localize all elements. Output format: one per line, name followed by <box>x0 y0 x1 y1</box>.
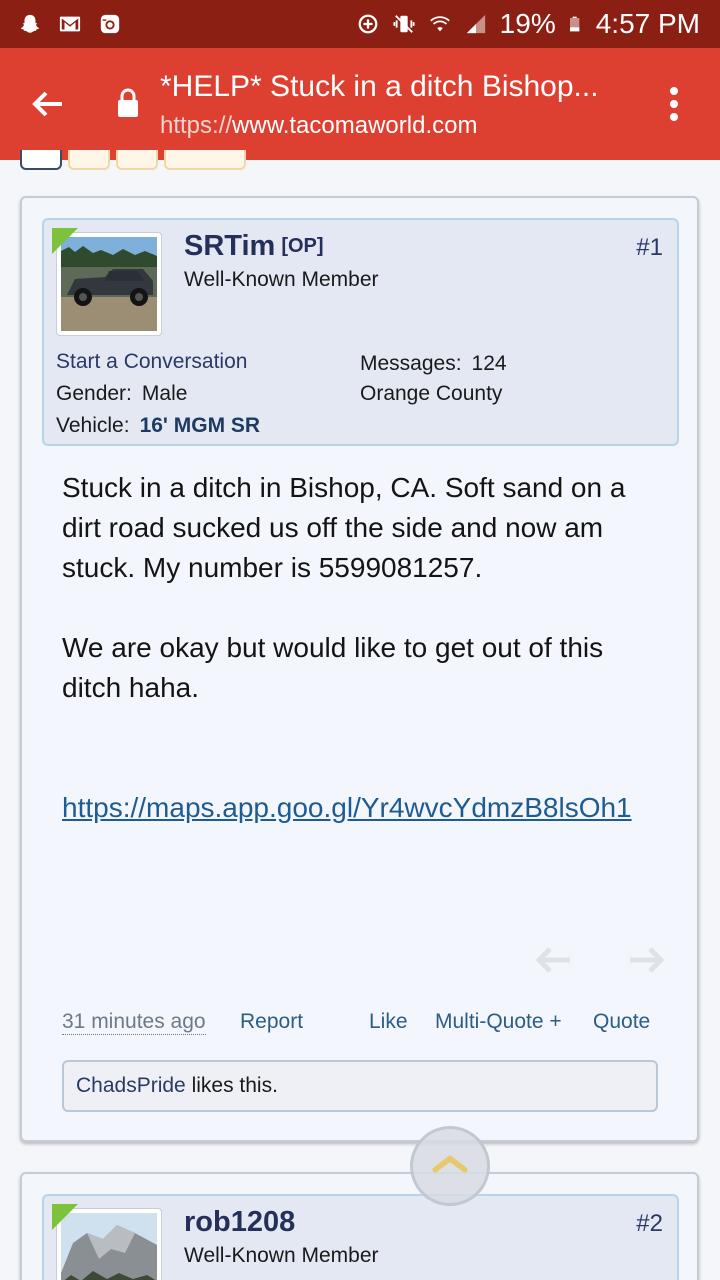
status-bar: 19% 4:57 PM <box>0 0 720 48</box>
username[interactable]: rob1208 <box>184 1206 295 1239</box>
vehicle-label: Vehicle: <box>56 414 130 437</box>
pagination <box>0 150 720 172</box>
clock: 4:57 PM <box>595 8 700 39</box>
op-tag: [OP] <box>281 235 324 257</box>
likes-text: likes this. <box>185 1074 278 1097</box>
maps-link[interactable]: https://maps.app.goo.gl/Yr4wvcYdmzB8lsOh… <box>62 788 662 828</box>
username[interactable]: SRTim [OP] <box>184 230 324 263</box>
messages-label: Messages: <box>360 352 462 375</box>
snapchat-icon <box>20 14 40 33</box>
message-footer: 31 minutes ago Report Like Multi-Quote +… <box>62 1010 662 1040</box>
more-vert-icon[interactable] <box>664 84 684 124</box>
location: Orange County <box>360 382 503 405</box>
user-title: Well-Known Member <box>184 268 379 291</box>
browser-app-bar: *HELP* Stuck in a ditch Bishop... https:… <box>0 48 720 160</box>
prev-arrow-icon[interactable] <box>535 947 570 973</box>
messages-info: Messages: 124 <box>360 352 507 376</box>
post-navigation <box>535 947 665 973</box>
gmail-icon <box>59 16 81 32</box>
report-link[interactable]: Report <box>240 1010 303 1034</box>
gender-label: Gender: <box>56 382 132 405</box>
post-2: rob1208 #2 Well-Known Member <box>20 1172 699 1280</box>
data-saver-icon <box>358 14 378 34</box>
gender-info: Gender: Male <box>56 382 187 406</box>
gender-value: Male <box>141 382 188 405</box>
quote-link[interactable]: Quote <box>593 1010 650 1034</box>
post-number[interactable]: #2 <box>636 1210 663 1238</box>
post-timestamp[interactable]: 31 minutes ago <box>62 1010 206 1035</box>
page-button-current[interactable] <box>20 150 62 170</box>
message-user-info: rob1208 #2 Well-Known Member <box>42 1194 679 1280</box>
username-text[interactable]: SRTim <box>184 230 275 262</box>
page-button-next[interactable] <box>164 150 246 170</box>
lock-icon[interactable] <box>116 88 140 118</box>
message-paragraph: Stuck in a ditch in Bishop, CA. Soft san… <box>62 472 626 583</box>
start-conversation-link[interactable]: Start a Conversation <box>56 350 247 374</box>
page-button[interactable] <box>116 150 158 170</box>
instagram-icon <box>100 14 120 34</box>
user-title: Well-Known Member <box>184 1244 379 1267</box>
battery-icon <box>569 16 580 32</box>
back-arrow-icon[interactable] <box>28 84 68 124</box>
url-scheme: https:// <box>160 112 233 139</box>
message-paragraph: We are okay but would like to get out of… <box>62 632 604 703</box>
vibrate-icon <box>393 15 415 33</box>
post-number[interactable]: #1 <box>636 234 663 262</box>
online-indicator-icon <box>52 228 78 254</box>
signal-icon <box>466 14 485 34</box>
message-user-info: SRTim [OP] #1 Well-Known Member Start a C… <box>42 218 679 446</box>
url-host: www.tacomaworld.com <box>232 112 478 139</box>
post-1: SRTim [OP] #1 Well-Known Member Start a C… <box>20 196 699 1142</box>
messages-value: 124 <box>471 352 507 375</box>
online-indicator-icon <box>52 1204 78 1230</box>
page-url[interactable]: https://www.tacomaworld.com <box>160 112 477 140</box>
page-title[interactable]: *HELP* Stuck in a ditch Bishop... <box>160 70 630 104</box>
liker-name[interactable]: ChadsPride <box>76 1074 186 1097</box>
wifi-icon <box>429 16 450 32</box>
next-arrow-icon[interactable] <box>630 947 665 973</box>
vehicle-value: 16' MGM SR <box>139 414 261 437</box>
multi-quote-link[interactable]: Multi-Quote + <box>435 1010 562 1034</box>
battery-level: 19% <box>499 8 556 39</box>
scroll-to-top-button[interactable] <box>410 1126 490 1206</box>
likes-summary: ChadsPride likes this. <box>62 1060 658 1112</box>
like-link[interactable]: Like <box>369 1010 408 1034</box>
chevron-up-icon <box>432 1155 468 1173</box>
message-body: Stuck in a ditch in Bishop, CA. Soft san… <box>62 468 662 748</box>
vehicle-info: Vehicle: 16' MGM SR <box>56 414 260 438</box>
page-button[interactable] <box>68 150 110 170</box>
